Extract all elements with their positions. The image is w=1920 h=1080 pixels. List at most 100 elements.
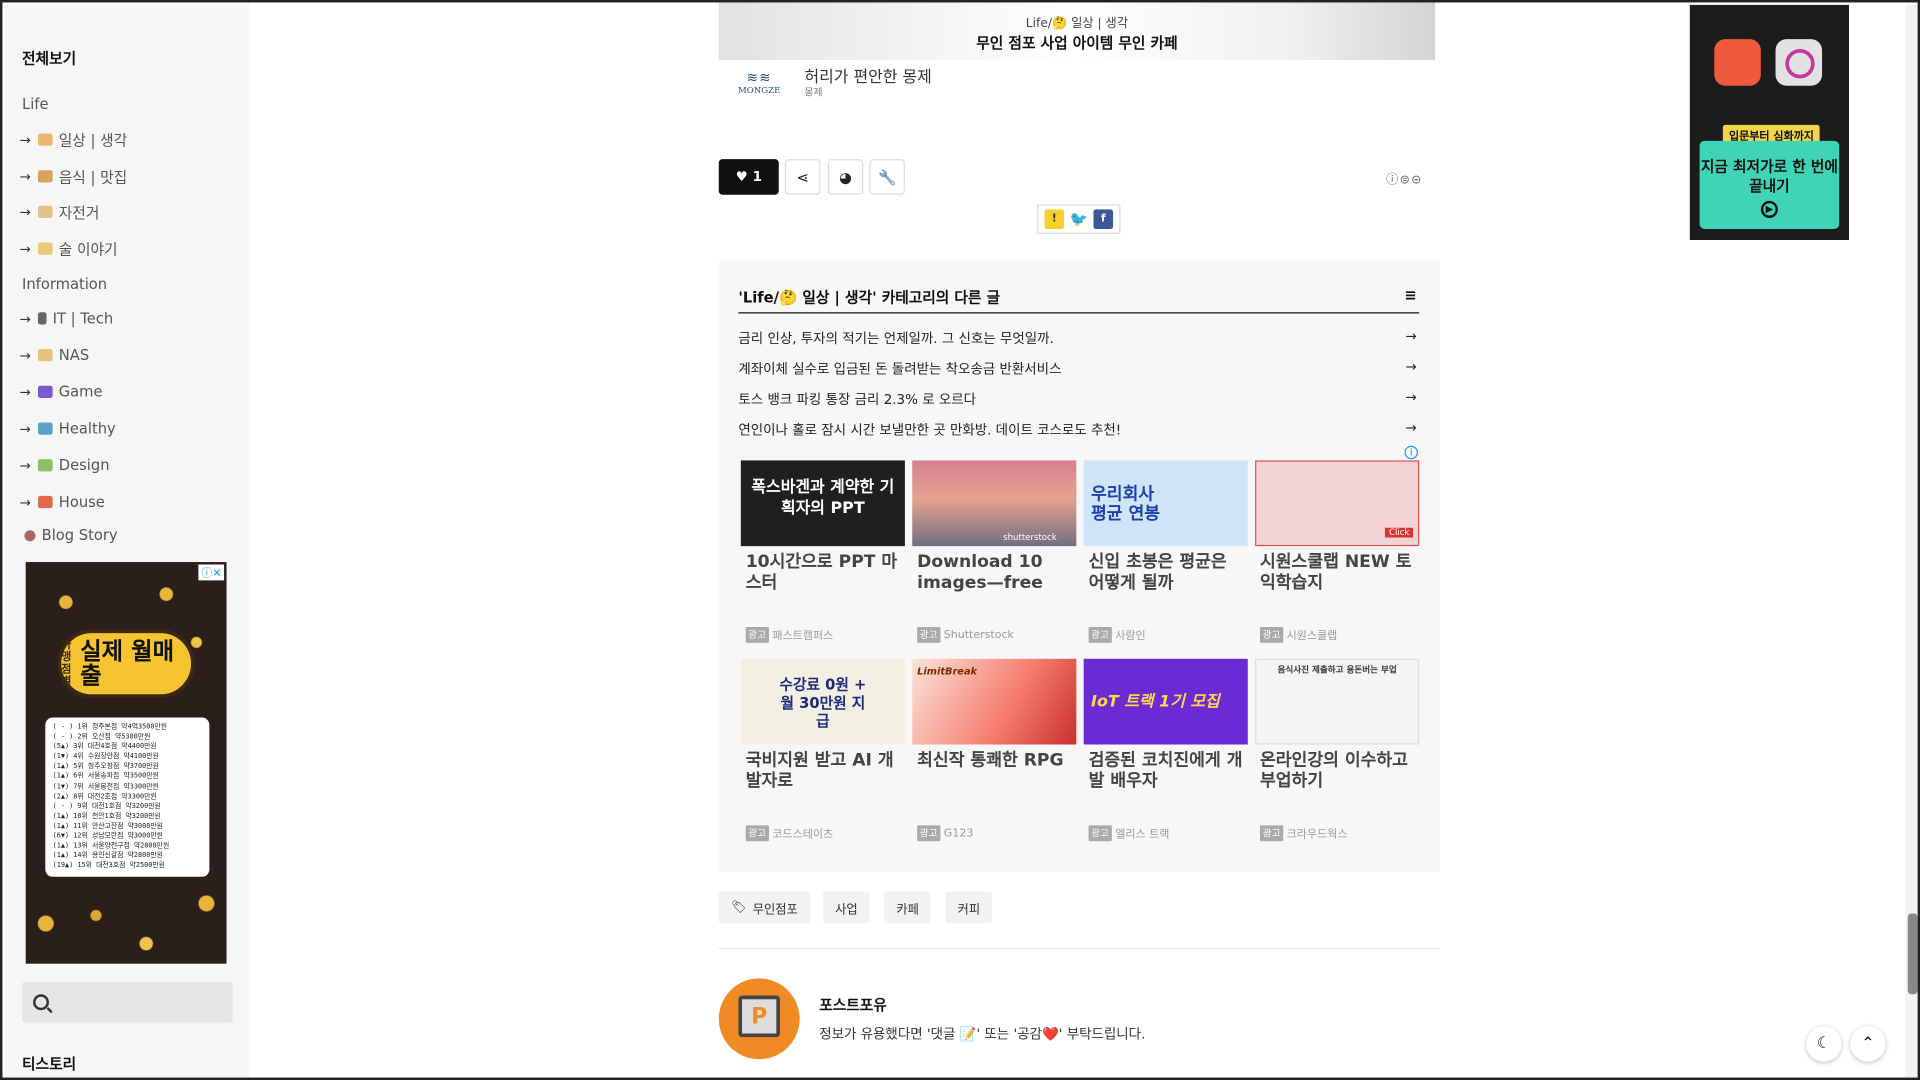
sidebar-item-daily[interactable]: → 일상 | 생각 [20, 127, 128, 151]
related-post-link[interactable]: 토스 뱅크 파킹 통장 금리 2.3% 로 오르다 → [738, 389, 1419, 409]
search-icon[interactable] [33, 994, 49, 1011]
ad-card-source: 광고 G123 [917, 825, 973, 842]
ad-tag: 광고 [745, 825, 769, 842]
creative-commons-icon[interactable]: ⓘ⊜⊝ [1386, 169, 1422, 187]
arrow-right-icon: → [19, 240, 31, 257]
ad-card[interactable]: 수강료 0원 + 월 30만원 지급 국비지원 받고 AI 개발자로 광고 코드스… [740, 658, 905, 842]
sidebar-item-bicycle[interactable]: → 자전거 [20, 200, 100, 224]
ad-card-title: 신입 초봉은 평균은 어떻게 될까 [1088, 552, 1227, 593]
ad-card-image-text: Click [1385, 527, 1414, 538]
scroll-top-button[interactable]: ⌃ [1850, 1026, 1886, 1062]
sidebar-item-food[interactable]: → 음식 | 맛집 [20, 164, 128, 188]
mongze-logo[interactable]: ≋≋ MONGZE [731, 70, 787, 97]
picture-icon [37, 459, 53, 472]
related-heading-text[interactable]: 'Life/🤔 일상 | 생각' 카테고리의 다른 글 [738, 289, 1000, 306]
facebook-icon[interactable]: f [1093, 209, 1114, 229]
ad-card-source-name: 엘리스 트랙 [1115, 828, 1170, 842]
ad-info-icon[interactable]: i [1404, 445, 1418, 460]
sidebar-item-label: Design [58, 456, 110, 474]
ad-bubble-headline: 실제 월매출 [80, 637, 174, 690]
ad-sales-row: (5▲) 3위 대전4호점 약4400만원 [52, 743, 157, 751]
post-main: Life/🤔 일상 | 생각 무인 점포 사업 아이템 무인 카페 ≋≋ MON… [718, 2, 1441, 1077]
share-button[interactable]: ⋖ [784, 159, 821, 195]
ad-speech-bubble: 가맹점별 실제 월매출 [57, 629, 195, 698]
ad-sales-row: (1▲) 11위 안산고잔점 약3000만원 [52, 822, 163, 831]
related-post-title: 계좌이체 실수로 입금된 돈 돌려받는 착오송금 반환서비스 [738, 361, 1062, 378]
search-input[interactable] [22, 982, 233, 1023]
twitter-icon[interactable]: 🐦 [1068, 209, 1089, 229]
sidebar-footer-tistory[interactable]: 티스토리 [22, 1053, 76, 1074]
moon-icon: ☾ [1816, 1034, 1832, 1054]
ad-card[interactable]: Click 시원스쿨랩 NEW 토익학습지 광고 시원스쿨랩 [1255, 460, 1420, 643]
tag-muinjeompo[interactable]: 🏷 무인점포 [718, 891, 811, 924]
sidebar-item-game[interactable]: → Game [20, 380, 103, 404]
sidebar-item-label: Healthy [58, 420, 116, 438]
tag-label: 커피 [957, 903, 981, 917]
arrow-right-icon: → [1405, 389, 1417, 406]
ad-sales-row: (1▲) 10위 천안1호점 약3200만원 [52, 812, 161, 821]
ad-card-image: shutterstock [912, 460, 1077, 547]
arrow-right-icon: → [1405, 328, 1417, 345]
prev-post-title[interactable]: 무인 점포 사업 아이템 무인 카페 [719, 32, 1435, 53]
ad-card[interactable]: 음식사진 제출하고 용돈버는 부업 온라인강의 이수하고 부업하기 광고 크라우드… [1255, 658, 1420, 842]
ad-sales-table: ( - ) 1위 청주본점 약4억3500만원 ( - ) 2위 오산점 약53… [45, 717, 210, 877]
author-name[interactable]: 포스트포유 [819, 994, 887, 1015]
ad-card-image-text: LimitBreak [917, 666, 978, 678]
sidebar-item-healthy[interactable]: → Healthy [20, 416, 116, 440]
prev-post-category[interactable]: Life/🤔 일상 | 생각 [719, 12, 1435, 30]
ad-card[interactable]: 우리회사 평균 연봉 신입 초봉은 평균은 어떻게 될까 광고 사람인 [1083, 460, 1248, 643]
dark-mode-toggle[interactable]: ☾ [1806, 1026, 1842, 1062]
sidebar-item-label: Blog Story [41, 526, 118, 544]
mongze-logo-text: MONGZE [737, 85, 781, 96]
sidebar-item-blog-story[interactable]: Blog Story [24, 523, 118, 547]
ad-sales-row: (1▲) 6위 서울송파점 약3500만원 [52, 773, 159, 781]
sidebar-item-design[interactable]: → Design [20, 453, 110, 477]
scrollbar-thumb[interactable] [1907, 913, 1918, 995]
tag-coffee[interactable]: 커피 [945, 891, 993, 924]
inline-ad-title[interactable]: 허리가 편안한 몽제 [804, 64, 931, 87]
ad-card[interactable]: LimitBreak 최신작 통쾌한 RPG 광고 G123 [912, 658, 1077, 842]
sidebar-item-nas[interactable]: → NAS [20, 343, 90, 367]
right-ad-banner[interactable]: 입문부터 심화까지 지금 최저가로 한 번에 끝내기 ▶ [1689, 4, 1849, 241]
menu-icon[interactable]: ≡ [1404, 287, 1416, 304]
ad-tag: 광고 [745, 626, 769, 643]
sidebar-group-life[interactable]: Life [22, 96, 48, 113]
related-post-title: 연인이나 홀로 잠시 시간 보낼만한 곳 만화방. 데이트 코스로도 추천! [738, 422, 1122, 439]
arrow-circle-icon: ▶ [1760, 200, 1778, 218]
ad-tag: 광고 [917, 626, 941, 643]
sidebar-item-drinks[interactable]: → 술 이야기 [20, 236, 118, 260]
ad-card[interactable]: shutterstock Download 10 images—free 광고 S… [912, 460, 1077, 643]
sidebar-item-label: IT | Tech [52, 309, 114, 327]
app-icon [1775, 39, 1823, 86]
sidebar-group-information[interactable]: Information [22, 276, 107, 293]
swift-app-icon [1714, 39, 1761, 86]
settings-button[interactable]: 🔧 [869, 159, 905, 195]
related-post-title: 금리 인상, 투자의 적기는 언제일까. 그 신호는 무엇일까. [738, 330, 1054, 347]
ad-bubble-small-text: 가맹점별 [61, 639, 72, 689]
related-post-link[interactable]: 금리 인상, 투자의 적기는 언제일까. 그 신호는 무엇일까. → [738, 328, 1419, 348]
social-share-bar: ! 🐦 f [1037, 204, 1121, 234]
related-post-link[interactable]: 계좌이체 실수로 입금된 돈 돌려받는 착오송금 반환서비스 → [738, 359, 1419, 379]
sidebar-item-it-tech[interactable]: → IT | Tech [20, 306, 114, 330]
ad-sales-row: ( - ) 2위 오산점 약5300만원 [52, 733, 151, 741]
sidebar-ad-banner[interactable]: ⓘ✕ 가맹점별 실제 월매출 ( - ) 1위 청주본점 약4억3500만원 (… [25, 562, 227, 964]
kakaostory-icon[interactable]: ! [1044, 209, 1065, 229]
sidebar-item-house[interactable]: → House [20, 490, 105, 514]
ad-card-title: 검증된 코치진에게 개발 배우자 [1088, 750, 1243, 792]
related-post-title: 토스 뱅크 파킹 통장 금리 2.3% 로 오르다 [738, 391, 977, 408]
food-icon [37, 170, 53, 183]
tag-cafe[interactable]: 카페 [884, 891, 932, 924]
ad-card-image: IoT 트랙 1기 모집 [1083, 658, 1248, 745]
ad-card[interactable]: IoT 트랙 1기 모집 검증된 코치진에게 개발 배우자 광고 엘리스 트랙 [1083, 658, 1248, 842]
ad-sales-row: (1▼) 4위 수원장안점 약4100만원 [52, 753, 159, 761]
sidebar-all-posts-link[interactable]: 전체보기 [22, 48, 76, 69]
inline-ad-brand[interactable]: 몽제 [804, 86, 822, 99]
ad-card[interactable]: 폭스바겐과 계약한 기획자의 PPT 10시간으로 PPT 마스터 광고 패스트캠… [740, 460, 905, 643]
related-post-link[interactable]: 연인이나 홀로 잠시 시간 보낼만한 곳 만화방. 데이트 코스로도 추천! → [738, 420, 1419, 440]
tag-saeop[interactable]: 사업 [822, 891, 870, 924]
ad-choices-icon[interactable]: ⓘ✕ [198, 564, 225, 581]
like-button[interactable]: ♥ 1 [718, 159, 779, 195]
stats-button[interactable]: ◕ [827, 159, 864, 195]
author-avatar[interactable]: P [718, 978, 800, 1060]
right-ad-cta[interactable]: 지금 최저가로 한 번에 끝내기 ▶ [1699, 140, 1840, 229]
